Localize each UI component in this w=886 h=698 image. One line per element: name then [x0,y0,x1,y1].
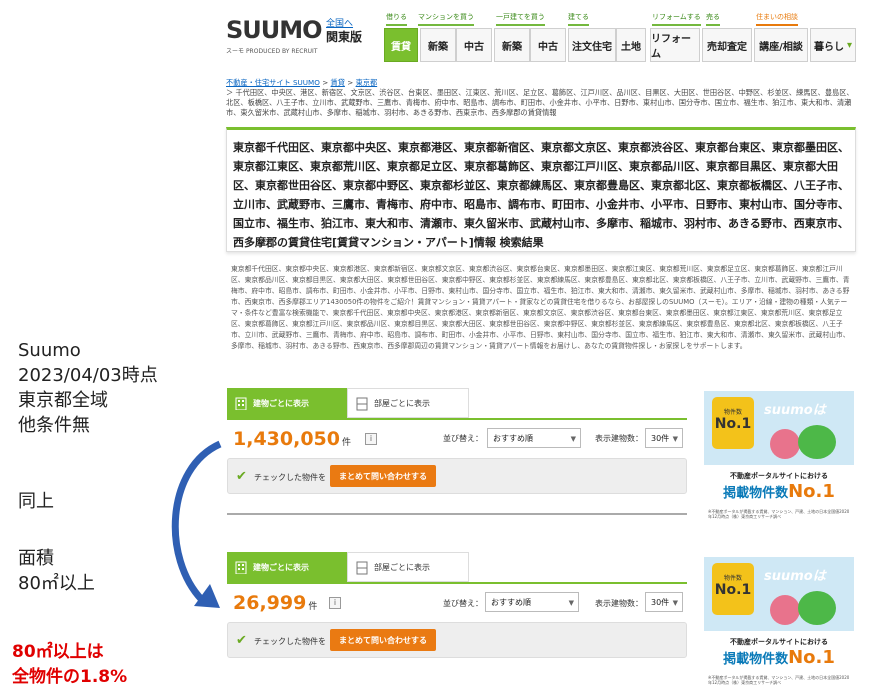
suumo-ad-banner[interactable]: 物件数 No.1 suumoは 不動産ポータルサイトにおける 掲載物件数No.1 … [704,557,854,685]
suumo-ad-banner[interactable]: 物件数 No.1 suumoは 不動産ポータルサイトにおける 掲載物件数No.1 … [704,391,854,519]
nav-custom-house[interactable]: 注文住宅 [568,28,616,62]
nav-land[interactable]: 土地 [616,28,646,62]
mascot-icon [770,429,800,459]
breadcrumb-areas: ＞ 千代田区、中央区、港区、新宿区、文京区、渋谷区、台東区、墨田区、江東区、荒川… [226,88,854,117]
category-sell: 売る [706,12,720,26]
tab-by-room[interactable]: 部屋ごとに表示 [347,388,469,418]
chevron-down-icon: ▾ [846,39,853,51]
breadcrumb-home[interactable]: 不動産・住宅サイト SUUMO [226,78,320,87]
breadcrumb-rent[interactable]: 賃貸 [331,78,345,87]
annotation-conditions: Suumo 2023/04/03時点 東京都全域 他条件無 [18,340,158,436]
annotation-same: 同上 [18,491,54,512]
bulk-inquiry-button[interactable]: まとめて問い合わせする [330,629,436,651]
checkmark-icon: ✔ [236,469,247,484]
room-icon [356,561,368,575]
chevron-down-icon: ▼ [570,435,576,443]
chevron-down-icon: ▼ [672,435,678,443]
result-panel-filtered: 建物ごとに表示 部屋ごとに表示 26,999 件 i 並び替え： おすすめ順 ▼ 表… [227,552,687,684]
nav-mansion-used[interactable]: 中古 [456,28,492,62]
mascot-icon [770,595,800,625]
nav-rent[interactable]: 賃貸 [384,28,418,62]
site-header: SUUMO スーモ PRODUCED BY RECRUIT 全国へ 関東版 借り… [218,10,866,70]
tab-by-room[interactable]: 部屋ごとに表示 [347,552,469,582]
building-icon [235,397,247,410]
medal-icon: 物件数 No.1 [712,563,754,615]
tab-underline [227,582,687,584]
chevron-down-icon: ▼ [568,599,574,607]
nav-seminar[interactable]: 講座/相談 [754,28,808,62]
nav-house-used[interactable]: 中古 [530,28,566,62]
nav-sale-assessment[interactable]: 売却査定 [702,28,752,62]
region-title: 関東版 [326,30,363,44]
category-rent: 借りる [386,12,407,26]
search-description: 東京都千代田区、東京都中央区、東京都港区、東京都新宿区、東京都文京区、東京都渋谷… [231,265,850,350]
ad-illustration: 物件数 No.1 suumoは [704,557,854,631]
per-page-select[interactable]: 30件 ▼ [645,428,683,448]
annotation-area-filter: 面積 80㎡以上 [18,548,95,594]
medal-icon: 物件数 No.1 [712,397,754,449]
category-buy-house: 一戸建てを買う [496,12,545,26]
breadcrumb-tokyo[interactable]: 東京都 [356,78,378,87]
info-icon[interactable]: i [365,433,377,445]
bulk-inquiry-button[interactable]: まとめて問い合わせする [330,465,436,487]
ad-logo: suumoは [764,569,826,584]
result-count: 1,430,050 件 [233,428,351,450]
building-icon [235,561,247,574]
ad-illustration: 物件数 No.1 suumoは [704,391,854,465]
annotation-conclusion: 80㎡以上は 全物件の1.8% [12,642,128,687]
category-build: 建てる [568,12,589,26]
room-icon [356,397,368,411]
sort-label: 並び替え： [443,434,483,443]
tab-by-building[interactable]: 建物ごとに表示 [227,552,347,582]
nav-house-new[interactable]: 新築 [494,28,530,62]
nav-living[interactable]: 暮らし ▾ [810,28,856,62]
category-buy-mansion: マンションを買う [418,12,474,26]
category-reform: リフォームする [652,12,701,26]
info-icon[interactable]: i [329,597,341,609]
per-page-select[interactable]: 30件 ▼ [645,592,683,612]
logo-subtitle: スーモ PRODUCED BY RECRUIT [226,48,318,55]
sort-select[interactable]: おすすめ順 ▼ [487,428,581,448]
arrow-icon [171,440,222,608]
sort-label: 並び替え： [443,599,483,608]
sort-select[interactable]: おすすめ順 ▼ [485,592,579,612]
checkmark-icon: ✔ [236,633,247,648]
category-consult: 住まいの相談 [756,12,798,26]
mascot-icon [798,591,836,625]
page-title: 東京都千代田区、東京都中央区、東京都港区、東京都新宿区、東京都文京区、東京都渋谷… [226,127,856,252]
nav-mansion-new[interactable]: 新築 [420,28,456,62]
result-count: 26,999 件 [233,592,318,614]
ad-text: 不動産ポータルサイトにおける 掲載物件数No.1 ※不動産ポータルが掲載する賃貸… [704,631,854,685]
per-page-label: 表示建物数： [595,599,643,608]
ad-logo: suumoは [764,403,826,418]
mascot-icon [798,425,836,459]
per-page-label: 表示建物数： [595,434,643,443]
bulk-inquiry-bar: ✔ チェックした物件を まとめて問い合わせする [227,458,687,494]
tab-underline [227,418,687,420]
result-panel: 建物ごとに表示 部屋ごとに表示 1,430,050 件 i 並び替え： おすすめ順… [227,388,687,520]
suumo-logo[interactable]: SUUMO [226,16,323,44]
tab-by-building[interactable]: 建物ごとに表示 [227,388,347,418]
chevron-down-icon: ▼ [672,599,678,607]
nav-reform[interactable]: リフォーム [650,28,700,62]
divider [227,513,687,515]
breadcrumb: 不動産・住宅サイト SUUMO > 賃貸 > 東京都 ＞ 千代田区、中央区、港区… [226,78,856,118]
bulk-inquiry-bar: ✔ チェックした物件を まとめて問い合わせする [227,622,687,658]
ad-text: 不動産ポータルサイトにおける 掲載物件数No.1 ※不動産ポータルが掲載する賃貸… [704,465,854,519]
